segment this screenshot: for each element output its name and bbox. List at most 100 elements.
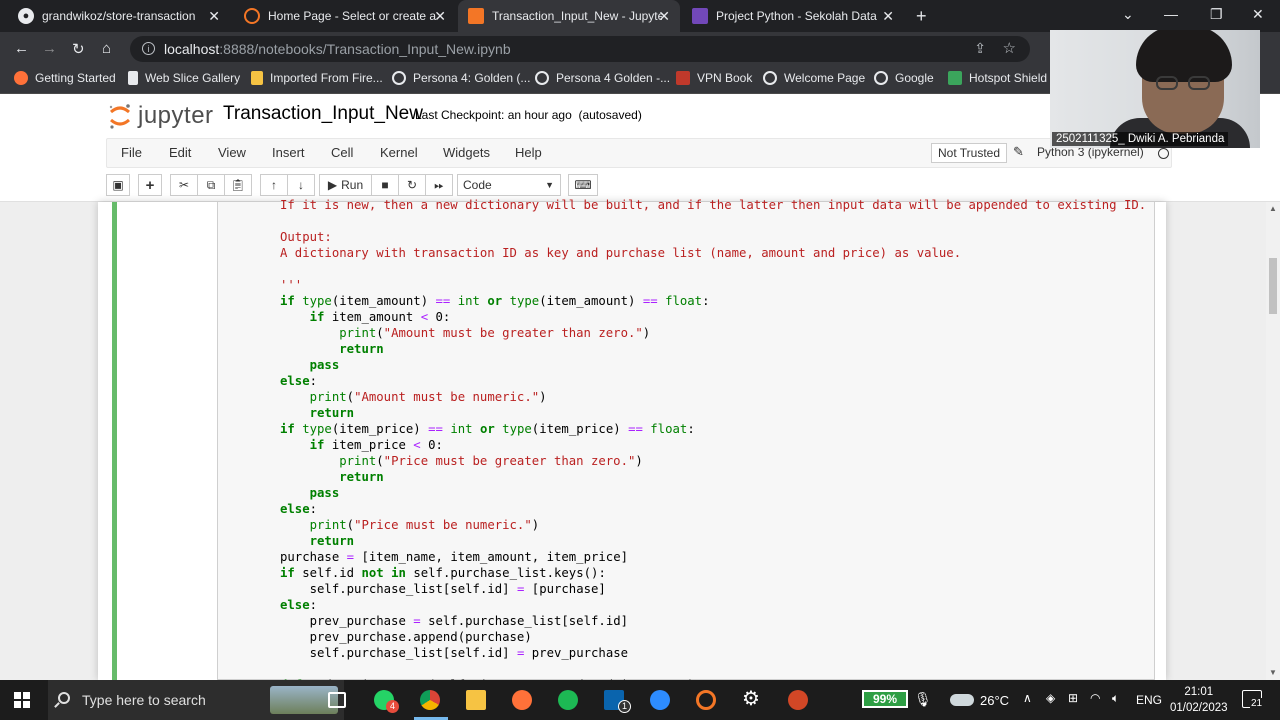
tab-transaction-input[interactable]: Transaction_Input_New - Jupyter ✕ <box>458 0 680 32</box>
bookmark-vpn-book[interactable]: VPN Book <box>676 71 752 85</box>
chevron-up-icon[interactable]: ∧ <box>1023 691 1032 705</box>
menu-widgets[interactable]: Widgets <box>443 145 490 160</box>
menu-edit[interactable]: Edit <box>169 145 191 160</box>
menu-kernel[interactable]: Kernel <box>380 145 418 160</box>
bookmark-label: Welcome Page <box>784 71 866 85</box>
system-clock[interactable]: 21:01 01/02/2023 <box>1170 684 1228 716</box>
tab-github[interactable]: ● grandwikoz/store-transaction ✕ <box>8 0 230 32</box>
github-icon: ● <box>18 8 34 24</box>
taskbar-search-box[interactable]: Type here to search <box>48 680 344 720</box>
notebook-area: If it is new, then a new dictionary will… <box>0 198 1280 692</box>
tab-search-icon[interactable]: ⌄ <box>1122 6 1134 23</box>
vertical-scrollbar[interactable]: ▲ ▼ <box>1266 202 1280 680</box>
not-trusted-button[interactable]: Not Trusted <box>931 143 1008 163</box>
tab-title: grandwikoz/store-transaction <box>42 9 196 23</box>
network-icon[interactable]: ◈ <box>1046 691 1055 705</box>
notebook-title[interactable]: Transaction_Input_New <box>223 103 423 125</box>
bookmark-label: Getting Started <box>35 71 116 85</box>
site-info-icon[interactable]: i <box>142 42 155 55</box>
move-down-icon[interactable]: ↓ <box>287 174 315 196</box>
security-icon[interactable]: ⊞ <box>1068 691 1078 705</box>
code-line: print("Amount must be numeric.") <box>309 390 547 404</box>
move-up-icon[interactable]: ↑ <box>260 174 288 196</box>
temperature[interactable]: 26°C <box>980 693 1009 708</box>
tab-title: Transaction_Input_New - Jupyter <box>492 9 662 23</box>
chrome-icon[interactable] <box>420 690 440 710</box>
copy-icon[interactable]: ⧉ <box>197 174 225 196</box>
code-line: if type(item_amount) == int or type(item… <box>280 294 710 308</box>
scroll-down-icon[interactable]: ▼ <box>1269 668 1277 677</box>
bookmark-web-slice-gallery[interactable]: Web Slice Gallery <box>128 71 240 85</box>
cell-type-select[interactable]: Code ▼ <box>457 174 561 196</box>
close-icon[interactable]: ✕ <box>882 8 894 25</box>
save-icon[interactable]: ▣ <box>106 174 130 196</box>
bookmark-persona-4-golden-1[interactable]: Persona 4: Golden (... <box>392 71 530 85</box>
bookmark-welcome-page[interactable]: Welcome Page <box>763 71 865 85</box>
back-arrow-icon[interactable]: ← <box>14 40 29 57</box>
wifi-icon[interactable]: ◠ <box>1090 691 1100 705</box>
forward-arrow-icon[interactable]: → <box>42 40 57 57</box>
code-input-area[interactable]: If it is new, then a new dictionary will… <box>217 198 1155 692</box>
command-palette-icon[interactable]: ⌨ <box>568 174 598 196</box>
code-cell[interactable]: If it is new, then a new dictionary will… <box>112 198 1156 692</box>
powerpoint-icon[interactable] <box>788 690 808 710</box>
scrollbar-thumb[interactable] <box>1269 258 1277 314</box>
paste-icon[interactable]: 📋︎ <box>224 174 252 196</box>
tab-home-page[interactable]: Home Page - Select or create a n ✕ <box>234 0 456 32</box>
restart-icon[interactable]: ↻ <box>398 174 426 196</box>
share-icon[interactable]: ⇪ <box>974 40 986 57</box>
restart-run-all-icon[interactable]: ⏩︎ <box>425 174 453 196</box>
spotify-icon[interactable] <box>558 690 578 710</box>
new-tab-button[interactable]: + <box>916 6 927 27</box>
pencil-icon[interactable]: ✎ <box>1013 144 1024 160</box>
insert-cell-icon[interactable]: + <box>138 174 162 196</box>
file-explorer-icon[interactable] <box>466 690 486 710</box>
bookmark-persona-4-golden-2[interactable]: Persona 4 Golden -... <box>535 71 670 85</box>
menu-file[interactable]: File <box>121 145 142 160</box>
cut-icon[interactable]: ✂ <box>170 174 198 196</box>
menu-help[interactable]: Help <box>515 145 542 160</box>
task-view-icon[interactable] <box>328 692 346 708</box>
close-icon[interactable]: ✕ <box>434 8 446 25</box>
autosave-status: (autosaved) <box>578 108 642 122</box>
bookmark-star-icon[interactable]: ☆ <box>1003 39 1016 57</box>
jupyter-logo[interactable]: jupyter <box>108 102 214 130</box>
bookmark-label: VPN Book <box>697 71 753 85</box>
zoom-icon[interactable] <box>650 690 670 710</box>
bookmark-getting-started[interactable]: Getting Started <box>14 71 116 85</box>
code-line: print("Price must be numeric.") <box>309 518 540 532</box>
menu-cell[interactable]: Cell <box>331 145 353 160</box>
restore-button[interactable]: ❐ <box>1210 6 1223 23</box>
run-button[interactable]: ▶ Run <box>319 174 372 196</box>
volume-icon[interactable]: 🔈︎ <box>1112 691 1119 706</box>
menu-insert[interactable]: Insert <box>272 145 305 160</box>
minimize-button[interactable]: — <box>1164 6 1178 22</box>
webcam-overlay: 2502111325_ Dwiki A. Pebrianda <box>1050 30 1260 148</box>
weather-cloud-icon[interactable] <box>950 694 974 706</box>
menu-view[interactable]: View <box>218 145 246 160</box>
battery-indicator[interactable]: 99% <box>862 690 908 708</box>
scroll-up-icon[interactable]: ▲ <box>1269 204 1277 213</box>
bookmark-hotspot-shield[interactable]: Hotspot Shield <box>948 71 1047 85</box>
close-icon[interactable]: ✕ <box>658 8 670 25</box>
tab-project-python[interactable]: Project Python - Sekolah Data ✕ <box>682 0 904 32</box>
hotspot-shield-icon <box>948 71 962 85</box>
reload-icon[interactable]: ↻ <box>72 40 85 58</box>
bookmark-imported-folder[interactable]: Imported From Fire... <box>251 71 383 85</box>
code-line: return <box>309 406 355 420</box>
firefox-icon[interactable] <box>512 690 532 710</box>
interrupt-icon[interactable]: ■ <box>371 174 399 196</box>
url-field[interactable]: i localhost:8888/notebooks/Transaction_I… <box>130 36 1030 62</box>
settings-gear-icon[interactable]: ⚙ <box>742 686 762 710</box>
bookmark-google[interactable]: Google <box>874 71 934 85</box>
language-indicator[interactable]: ENG <box>1136 693 1162 707</box>
code-editor[interactable]: If it is new, then a new dictionary will… <box>280 197 1146 693</box>
window-close-button[interactable]: ✕ <box>1252 6 1264 23</box>
home-icon[interactable]: ⌂ <box>102 40 111 57</box>
microphone-icon[interactable]: 🎙︎ <box>914 691 932 708</box>
jupyter-app-icon[interactable] <box>696 690 716 710</box>
windows-start-icon[interactable] <box>14 692 30 708</box>
close-icon[interactable]: ✕ <box>208 8 220 25</box>
